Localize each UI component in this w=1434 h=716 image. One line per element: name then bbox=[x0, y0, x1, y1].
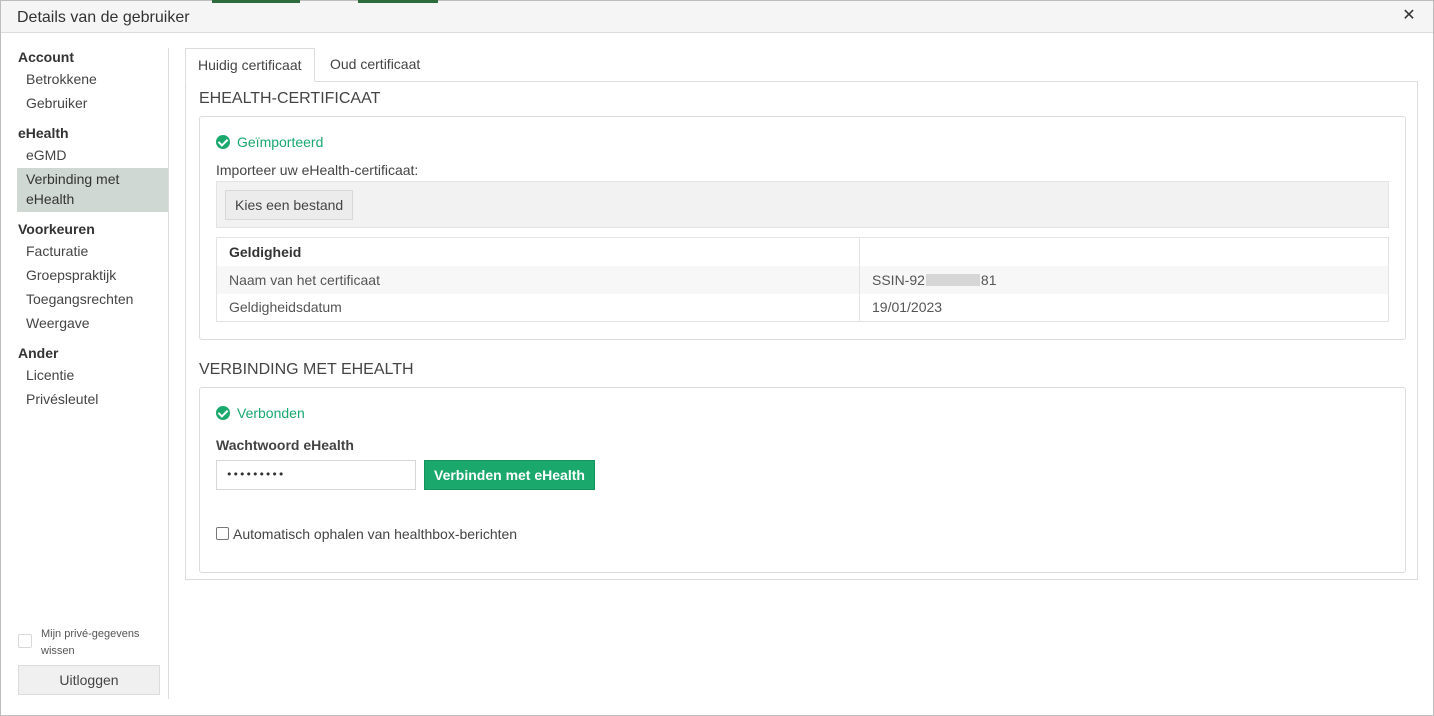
import-label: Importeer uw eHealth-certificaat: bbox=[216, 162, 419, 178]
sidebar-item-egmd[interactable]: eGMD bbox=[17, 145, 168, 165]
connection-section-title: VERBINDING MET EHEALTH bbox=[199, 361, 414, 378]
table-header-geldigheid: Geldigheid bbox=[216, 237, 860, 266]
privacy-wipe-label: Mijn privé-gegevens wissen bbox=[41, 628, 140, 657]
auto-fetch-label: Automatisch ophalen van healthbox-berich… bbox=[233, 526, 518, 542]
sidebar-item-weergave[interactable]: Weergave bbox=[17, 313, 168, 333]
validity-date-label: Geldigheidsdatum bbox=[216, 293, 860, 322]
title-bar: Details van de gebruiker ✕ bbox=[1, 0, 1433, 33]
certificate-name-prefix: SSIN-92 bbox=[872, 271, 925, 288]
sidebar-item-toegangsrechten[interactable]: Toegangsrechten bbox=[17, 289, 168, 309]
check-circle-icon bbox=[216, 135, 230, 149]
table-row: Geldigheidsdatum 19/01/2023 bbox=[216, 293, 1389, 322]
redaction-block bbox=[925, 273, 980, 286]
table-header-empty bbox=[860, 238, 1389, 266]
sidebar-group-ehealth: eHealth bbox=[18, 125, 69, 141]
auto-fetch-option: Automatisch ophalen van healthbox-berich… bbox=[216, 526, 517, 542]
choose-file-button[interactable]: Kies een bestand bbox=[225, 190, 354, 220]
connection-box: Verbonden Wachtwoord eHealth ••••••••• V… bbox=[199, 387, 1406, 573]
certificate-name-label: Naam van het certificaat bbox=[216, 265, 860, 294]
table-row: Naam van het certificaat SSIN-92 81 bbox=[216, 265, 1389, 294]
sidebar-item-facturatie[interactable]: Facturatie bbox=[17, 241, 168, 261]
password-field[interactable]: ••••••••• bbox=[216, 460, 416, 490]
sidebar-item-licentie[interactable]: Licentie bbox=[17, 365, 168, 385]
sidebar-item-verbinding-met-ehealth[interactable]: Verbinding met eHealth bbox=[17, 168, 168, 212]
validity-date-value: 19/01/2023 bbox=[872, 299, 943, 316]
logout-button[interactable]: Uitloggen bbox=[18, 665, 160, 695]
sidebar-group-ander: Ander bbox=[18, 345, 59, 361]
certificate-name-value: SSIN-92 81 bbox=[859, 265, 1389, 294]
connection-status-text: Verbonden bbox=[237, 405, 305, 421]
sidebar-group-account: Account bbox=[18, 49, 74, 65]
background-tab-strip bbox=[212, 0, 300, 3]
table-row: Geldigheid bbox=[216, 237, 1389, 266]
background-tab-strip bbox=[358, 0, 438, 3]
connect-ehealth-button[interactable]: Verbinden met eHealth bbox=[424, 460, 595, 490]
tab-panel: EHEALTH-CERTIFICAAT Geïmporteerd Importe… bbox=[185, 81, 1418, 580]
certificate-status-text: Geïmporteerd bbox=[237, 134, 324, 150]
certificate-name-suffix: 81 bbox=[980, 271, 997, 288]
certificate-box: Geïmporteerd Importeer uw eHealth-certif… bbox=[199, 116, 1406, 340]
check-circle-icon bbox=[216, 406, 230, 420]
sidebar-item-privesleutel[interactable]: Privésleutel bbox=[17, 389, 168, 409]
tab-huidig-certificaat[interactable]: Huidig certificaat bbox=[185, 48, 315, 82]
user-details-dialog: Details van de gebruiker ✕ Account Betro… bbox=[0, 0, 1434, 716]
file-drop-area: Kies een bestand bbox=[216, 181, 1389, 228]
settings-sidebar: Account Betrokkene Gebruiker eHealth eGM… bbox=[17, 48, 169, 699]
sidebar-item-groepspraktijk[interactable]: Groepspraktijk bbox=[17, 265, 168, 285]
privacy-wipe-checkbox[interactable] bbox=[18, 634, 32, 648]
dialog-title: Details van de gebruiker bbox=[17, 9, 190, 26]
certificate-status: Geïmporteerd bbox=[216, 134, 323, 150]
certificate-table: Geldigheid Naam van het certificaat SSIN… bbox=[216, 237, 1389, 322]
sidebar-item-gebruiker[interactable]: Gebruiker bbox=[17, 93, 168, 113]
tab-oud-certificaat[interactable]: Oud certificaat bbox=[318, 48, 432, 82]
close-icon[interactable]: ✕ bbox=[1401, 8, 1417, 24]
password-label: Wachtwoord eHealth bbox=[216, 437, 354, 453]
sidebar-group-voorkeuren: Voorkeuren bbox=[18, 221, 95, 237]
certificate-section-title: EHEALTH-CERTIFICAAT bbox=[199, 90, 381, 107]
connection-status: Verbonden bbox=[216, 405, 305, 421]
auto-fetch-checkbox[interactable] bbox=[216, 527, 229, 540]
sidebar-item-betrokkene[interactable]: Betrokkene bbox=[17, 69, 168, 89]
